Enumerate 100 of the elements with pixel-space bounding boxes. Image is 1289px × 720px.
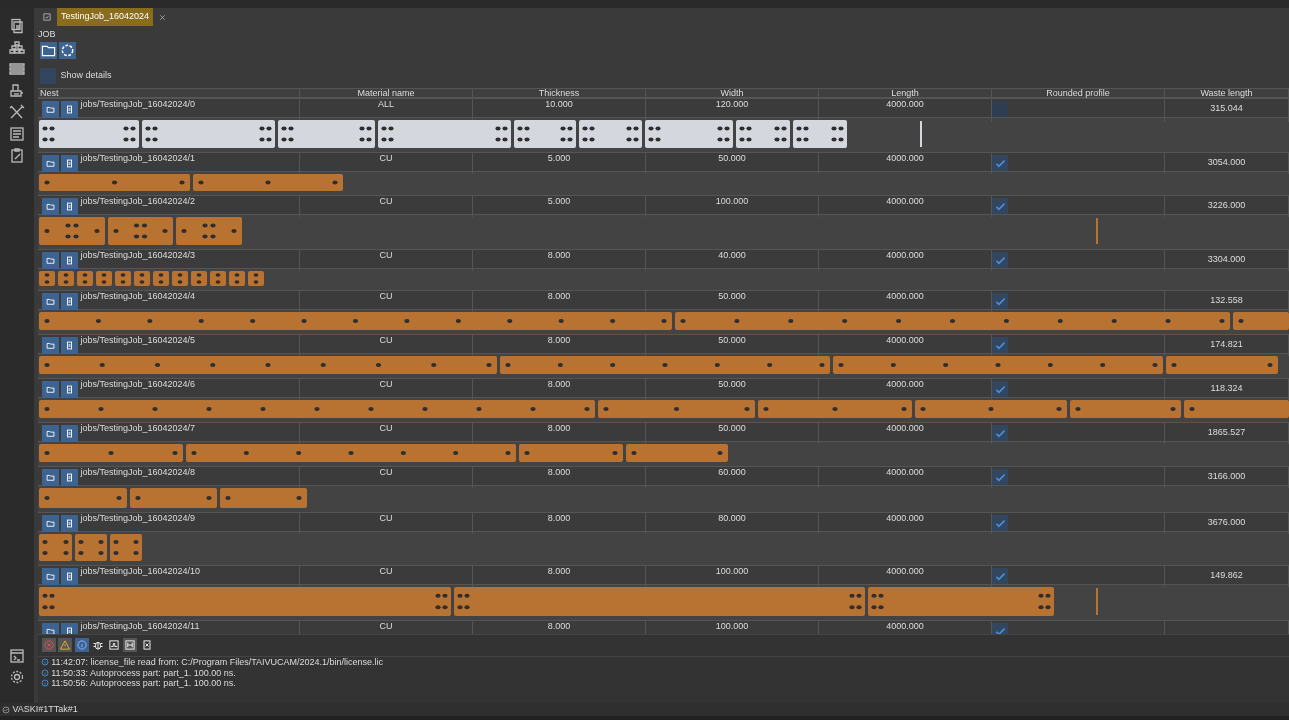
chart-filter-button[interactable]	[107, 638, 121, 652]
clipboard-icon[interactable]	[9, 147, 25, 163]
printer-icon[interactable]	[9, 82, 25, 99]
open-folder-button[interactable]	[42, 198, 59, 215]
nest-path: jobs/TestingJob_16042024/8	[80, 468, 196, 477]
remnant-marker	[1096, 218, 1098, 244]
open-folder-button[interactable]	[42, 469, 59, 486]
table-cell: 4000.000	[886, 423, 924, 433]
table-cell: CU	[379, 153, 393, 163]
table-cell: CU	[379, 621, 393, 631]
file-button[interactable]	[61, 337, 79, 354]
rounded-profile-checkbox[interactable]	[992, 469, 1008, 485]
open-folder-button[interactable]	[42, 381, 59, 398]
table-cell: 4000.000	[886, 513, 924, 523]
stack-icon[interactable]	[9, 39, 25, 56]
document-tab[interactable]: TestingJob_16042024	[57, 8, 154, 26]
terminal-icon[interactable]	[9, 647, 25, 664]
bug-icon	[91, 639, 104, 651]
show-details-checkbox[interactable]	[40, 68, 56, 84]
nest-path: jobs/TestingJob_16042024/5	[80, 336, 196, 345]
table-cell: 50.000	[718, 423, 746, 433]
table-cell: 8.000	[547, 250, 571, 260]
table-cell: 4000.000	[886, 99, 924, 109]
file-button[interactable]	[61, 198, 79, 215]
tools-icon[interactable]	[9, 104, 25, 120]
file-button[interactable]	[61, 101, 79, 118]
table-cell: 174.821	[1210, 339, 1243, 349]
rounded-profile-checkbox[interactable]	[992, 155, 1008, 171]
open-folder-button[interactable]	[42, 155, 59, 172]
folder-icon	[45, 104, 56, 115]
open-folder-button[interactable]	[42, 337, 59, 354]
rounded-profile-checkbox[interactable]	[992, 293, 1008, 309]
file-button[interactable]	[61, 469, 79, 486]
warning-filter-button[interactable]	[58, 638, 73, 652]
rounded-profile-checkbox[interactable]	[992, 101, 1008, 117]
table-cell: 8.000	[547, 291, 571, 301]
open-folder-button[interactable]	[42, 252, 59, 269]
rounded-profile-checkbox[interactable]	[992, 381, 1008, 397]
table-cell: CU	[379, 196, 393, 206]
file-button[interactable]	[61, 568, 79, 585]
open-folder-button[interactable]	[42, 293, 59, 310]
rounded-profile-checkbox[interactable]	[992, 252, 1008, 268]
status-text: VASKI#1TTak#1	[12, 703, 78, 716]
checkbox-icon[interactable]	[42, 12, 52, 22]
rounded-profile-checkbox[interactable]	[992, 425, 1008, 441]
table-cell: 4000.000	[886, 335, 924, 345]
table-cell: 100.000	[715, 196, 749, 206]
table-cell: 5.000	[547, 153, 571, 163]
info-icon	[41, 679, 49, 688]
table-cell: 315.044	[1210, 103, 1243, 113]
close-icon[interactable]	[158, 13, 168, 23]
table-cell: 3166.000	[1207, 471, 1246, 481]
table-cell: 4000.000	[886, 621, 924, 631]
table-cell: CU	[379, 291, 393, 301]
open-folder-button[interactable]	[42, 101, 59, 118]
file-button[interactable]	[61, 425, 79, 442]
nest-path: jobs/TestingJob_16042024/3	[80, 251, 196, 260]
rounded-profile-checkbox[interactable]	[992, 337, 1008, 353]
documents-icon[interactable]	[9, 18, 25, 34]
table-cell: CU	[379, 250, 393, 260]
file-button[interactable]	[61, 515, 79, 532]
open-folder-button[interactable]	[42, 568, 59, 585]
nest-path: jobs/TestingJob_16042024/6	[80, 380, 196, 389]
fit-filter-button[interactable]	[123, 638, 138, 652]
info-filter-button[interactable]	[74, 638, 89, 652]
table-cell: 4000.000	[886, 196, 924, 206]
table-cell: 50.000	[718, 379, 746, 389]
table-cell: CU	[379, 467, 393, 477]
folder-icon	[45, 158, 56, 169]
list-icon[interactable]	[9, 61, 25, 77]
nest-path: jobs/TestingJob_16042024/7	[80, 424, 196, 433]
table-cell: 40.000	[718, 250, 746, 260]
table-cell: 118.324	[1210, 383, 1243, 393]
file-button[interactable]	[61, 381, 79, 398]
section-label: JOB	[38, 29, 57, 39]
rounded-profile-checkbox[interactable]	[992, 198, 1008, 214]
report-icon[interactable]	[9, 125, 25, 142]
nest-path: jobs/TestingJob_16042024/0	[80, 100, 196, 109]
open-folder-button[interactable]	[40, 42, 57, 59]
refresh-button[interactable]	[59, 42, 77, 59]
table-cell: 4000.000	[886, 291, 924, 301]
table-cell: 1865.527	[1207, 427, 1246, 437]
settings-icon[interactable]	[9, 668, 25, 685]
table-cell: 3304.000	[1207, 254, 1246, 264]
table-cell: 4000.000	[886, 153, 924, 163]
remnant-marker	[1096, 588, 1098, 615]
file-button[interactable]	[61, 252, 79, 269]
folder-icon	[45, 518, 56, 529]
open-folder-button[interactable]	[42, 425, 59, 442]
table-cell: CU	[379, 423, 393, 433]
table-cell: 100.000	[715, 621, 749, 631]
rounded-profile-checkbox[interactable]	[992, 568, 1008, 584]
table-cell: 132.558	[1210, 295, 1243, 305]
open-folder-button[interactable]	[42, 515, 59, 532]
table-cell: 8.000	[547, 379, 571, 389]
file-button[interactable]	[61, 155, 79, 172]
file-button[interactable]	[61, 293, 79, 310]
table-cell: 50.000	[718, 291, 746, 301]
folder-icon	[45, 571, 56, 582]
rounded-profile-checkbox[interactable]	[992, 515, 1008, 531]
